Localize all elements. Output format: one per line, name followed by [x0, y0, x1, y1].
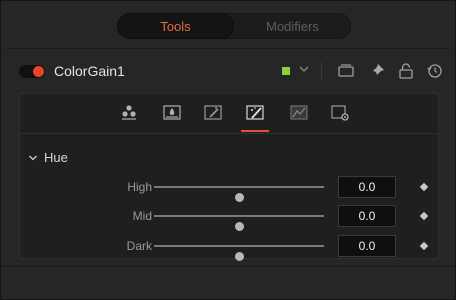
- param-row-dark: Dark 0.0: [20, 235, 438, 261]
- active-page-indicator: [241, 130, 269, 132]
- keyframe-diamond-icon[interactable]: [419, 211, 429, 221]
- gain-icon[interactable]: [118, 102, 140, 124]
- value-field[interactable]: 0.0: [338, 235, 396, 257]
- slider-thumb[interactable]: [235, 252, 244, 261]
- keyframe-diamond-icon[interactable]: [419, 182, 429, 192]
- reset-icon[interactable]: [426, 62, 444, 80]
- slider-thumb[interactable]: [235, 222, 244, 231]
- tab-modifiers[interactable]: Modifiers: [234, 13, 351, 39]
- control-page-toolbar: [20, 94, 438, 134]
- param-row-high: High 0.0: [20, 176, 438, 202]
- node-enable-toggle[interactable]: [19, 65, 45, 78]
- settings-icon[interactable]: [329, 102, 351, 124]
- divider: [7, 48, 449, 49]
- inspector-panel: Hue High 0.0 Mid 0.0 Dark 0.0: [19, 93, 439, 261]
- param-label: Dark: [126, 239, 152, 253]
- slider-track[interactable]: [154, 215, 324, 231]
- toggle-knob: [33, 66, 44, 77]
- saturation-icon[interactable]: [161, 102, 183, 124]
- param-label: Mid: [132, 209, 152, 223]
- node-header: ColorGain1: [1, 57, 455, 85]
- inspector-window: Tools Modifiers ColorGain1 Hue High 0.0 …: [0, 0, 456, 300]
- pin-icon[interactable]: [368, 62, 386, 80]
- channels-icon[interactable]: [288, 102, 310, 124]
- hue-icon[interactable]: [244, 102, 266, 124]
- color-balance-icon[interactable]: [202, 102, 224, 124]
- slider-thumb[interactable]: [235, 193, 244, 202]
- tab-tools[interactable]: Tools: [117, 13, 234, 39]
- node-color-swatch[interactable]: [282, 67, 290, 75]
- chevron-down-icon[interactable]: [298, 63, 310, 78]
- view-icon[interactable]: [337, 62, 355, 80]
- group-label: Hue: [44, 150, 68, 165]
- slider-track[interactable]: [154, 245, 324, 261]
- value-field[interactable]: 0.0: [338, 205, 396, 227]
- chevron-down-icon[interactable]: [28, 153, 38, 163]
- keyframe-diamond-icon[interactable]: [419, 241, 429, 251]
- node-name[interactable]: ColorGain1: [54, 63, 125, 79]
- value-field[interactable]: 0.0: [338, 176, 396, 198]
- header-separator: [321, 62, 322, 80]
- divider: [1, 266, 455, 267]
- hue-group-header[interactable]: Hue: [28, 150, 68, 165]
- param-label: High: [127, 180, 152, 194]
- tools-modifiers-switch: Tools Modifiers: [117, 13, 351, 39]
- slider-track[interactable]: [154, 186, 324, 202]
- param-row-mid: Mid 0.0: [20, 205, 438, 231]
- lock-icon[interactable]: [397, 62, 415, 80]
